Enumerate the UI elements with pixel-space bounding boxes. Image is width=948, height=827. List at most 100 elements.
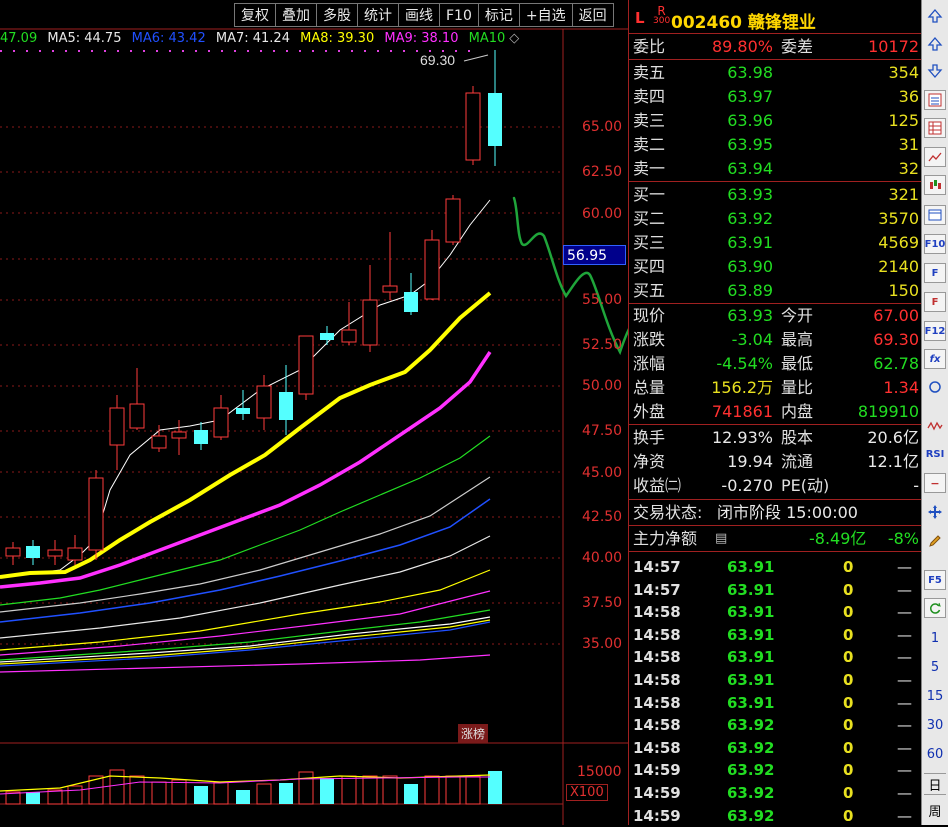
list-icon[interactable]: ▤ — [715, 527, 727, 550]
candle[interactable] — [129, 368, 145, 430]
current-price-tag: 56.95 — [563, 245, 626, 265]
refresh-icon[interactable] — [924, 598, 946, 618]
line-chart-icon[interactable] — [924, 147, 946, 167]
mark-button[interactable]: 标记 — [478, 3, 520, 27]
ask-row[interactable]: 卖二 63.95 31 — [629, 133, 921, 156]
tick-row: 14:59 63.92 0— — [633, 806, 912, 825]
bid-row[interactable]: 买五 63.89 150 — [629, 279, 921, 302]
candle[interactable] — [256, 375, 272, 430]
volume-bar — [445, 775, 461, 805]
high-annotation: 69.30 — [420, 52, 489, 68]
volume-bar — [488, 771, 502, 804]
pencil-icon[interactable] — [924, 531, 946, 551]
candle[interactable] — [424, 230, 440, 300]
volume-bar — [26, 792, 40, 804]
candle[interactable] — [298, 335, 314, 400]
candle[interactable] — [320, 326, 334, 345]
main-capital-row[interactable]: 主力净额 ▤ -8.49亿 -8% — [629, 527, 921, 550]
down-arrow-icon[interactable] — [924, 61, 946, 81]
axis-label: 40.00 — [582, 550, 623, 566]
period-day[interactable]: 日 — [924, 773, 946, 795]
ask-row[interactable]: 卖四 63.97 36 — [629, 85, 921, 108]
period-15[interactable]: 15 — [924, 686, 946, 706]
up-arrow-icon[interactable] — [924, 6, 946, 26]
back-button[interactable]: 返回 — [572, 3, 614, 27]
axis-label: 37.50 — [582, 595, 623, 611]
period-week[interactable]: 周 — [924, 800, 946, 820]
move-icon[interactable] — [924, 502, 946, 522]
candle[interactable] — [67, 535, 83, 565]
f10-button[interactable]: F10 — [440, 3, 479, 27]
candle[interactable] — [382, 232, 398, 300]
candle[interactable] — [213, 395, 229, 440]
candle[interactable] — [109, 395, 125, 470]
up-arrow-icon[interactable] — [924, 34, 946, 54]
candle[interactable] — [362, 265, 378, 352]
period-30[interactable]: 30 — [924, 715, 946, 735]
candle[interactable] — [5, 542, 21, 565]
add-favorite-button[interactable]: +自选 — [519, 3, 573, 27]
bid-row[interactable]: 买三 63.91 4569 — [629, 231, 921, 254]
candle[interactable] — [171, 420, 187, 455]
candle[interactable] — [194, 422, 208, 450]
flag-r: R 300 — [653, 4, 671, 26]
candle[interactable] — [465, 86, 481, 165]
volume-bar — [151, 781, 167, 805]
quote-row: 总量 156.2万 量比 1.34 — [633, 378, 919, 397]
rank-badge[interactable]: 涨榜 — [458, 724, 489, 743]
f5-icon[interactable]: F5 — [924, 570, 946, 590]
ask-row[interactable]: 卖一 63.94 32 — [629, 157, 921, 180]
candle[interactable] — [47, 540, 63, 565]
kline-chart[interactable]: 69.30 — [0, 0, 628, 825]
candle[interactable] — [26, 540, 40, 565]
candle[interactable] — [488, 50, 502, 166]
period-60[interactable]: 60 — [924, 744, 946, 764]
ask-row[interactable]: 卖五 63.98 354 — [629, 61, 921, 84]
rsi-icon[interactable]: RSI — [924, 444, 946, 464]
axis-label: 47.50 — [582, 423, 623, 439]
bid-row[interactable]: 买一 63.93 321 — [629, 183, 921, 206]
f10-icon[interactable]: F10 — [924, 234, 946, 254]
candle[interactable] — [279, 365, 293, 435]
draw-line-button[interactable]: 画线 — [399, 3, 440, 27]
axis-label: 60.00 — [582, 206, 623, 222]
candle[interactable] — [341, 302, 357, 345]
candle[interactable] — [445, 195, 461, 245]
window-icon[interactable] — [924, 205, 946, 225]
statistics-button[interactable]: 统计 — [358, 3, 399, 27]
volume-bar — [213, 781, 229, 805]
fund-row: 收益㈡ -0.270 PE(动) - — [633, 476, 919, 495]
quote-panel: L R 300 002460 赣锋锂业 委比 89.80% 委差 10172 卖五… — [628, 0, 921, 825]
quote-row: 涨跌 -3.04 最高 69.30 — [633, 330, 919, 349]
circle-icon[interactable] — [924, 377, 946, 397]
candle[interactable] — [404, 273, 418, 315]
multi-stock-button[interactable]: 多股 — [317, 3, 358, 27]
f-icon[interactable]: F — [924, 263, 946, 283]
tick-row: 14:57 63.91 0— — [633, 558, 912, 576]
ma-line — [0, 291, 492, 579]
volume-bar — [298, 771, 314, 805]
overlay-button[interactable]: 叠加 — [276, 3, 317, 27]
bid-row[interactable]: 买二 63.92 3570 — [629, 207, 921, 230]
f11-icon[interactable]: F — [924, 292, 946, 312]
ask-row[interactable]: 卖三 63.96 125 — [629, 109, 921, 132]
period-1[interactable]: 1 — [924, 628, 946, 648]
candle[interactable] — [236, 390, 250, 420]
fuquan-button[interactable]: 复权 — [234, 3, 276, 27]
tick-row: 14:59 63.92 0— — [633, 784, 912, 802]
ma-line — [0, 476, 491, 613]
candle-icon[interactable] — [924, 175, 946, 195]
diamond-icon[interactable]: ◇ — [509, 31, 519, 46]
f12-icon[interactable]: F12 — [924, 321, 946, 341]
volume-bar — [362, 775, 378, 805]
fx-icon[interactable]: fx — [924, 349, 946, 369]
bid-row[interactable]: 买四 63.90 2140 — [629, 255, 921, 278]
grid-icon[interactable] — [924, 118, 946, 138]
axis-label: 52.50 — [582, 337, 623, 353]
tick-row: 14:58 63.91 0— — [633, 603, 912, 622]
list-icon[interactable] — [924, 90, 946, 110]
wave-icon[interactable] — [924, 416, 946, 436]
minus-icon[interactable]: − — [924, 473, 946, 493]
period-5[interactable]: 5 — [924, 657, 946, 677]
candle[interactable] — [88, 470, 104, 560]
